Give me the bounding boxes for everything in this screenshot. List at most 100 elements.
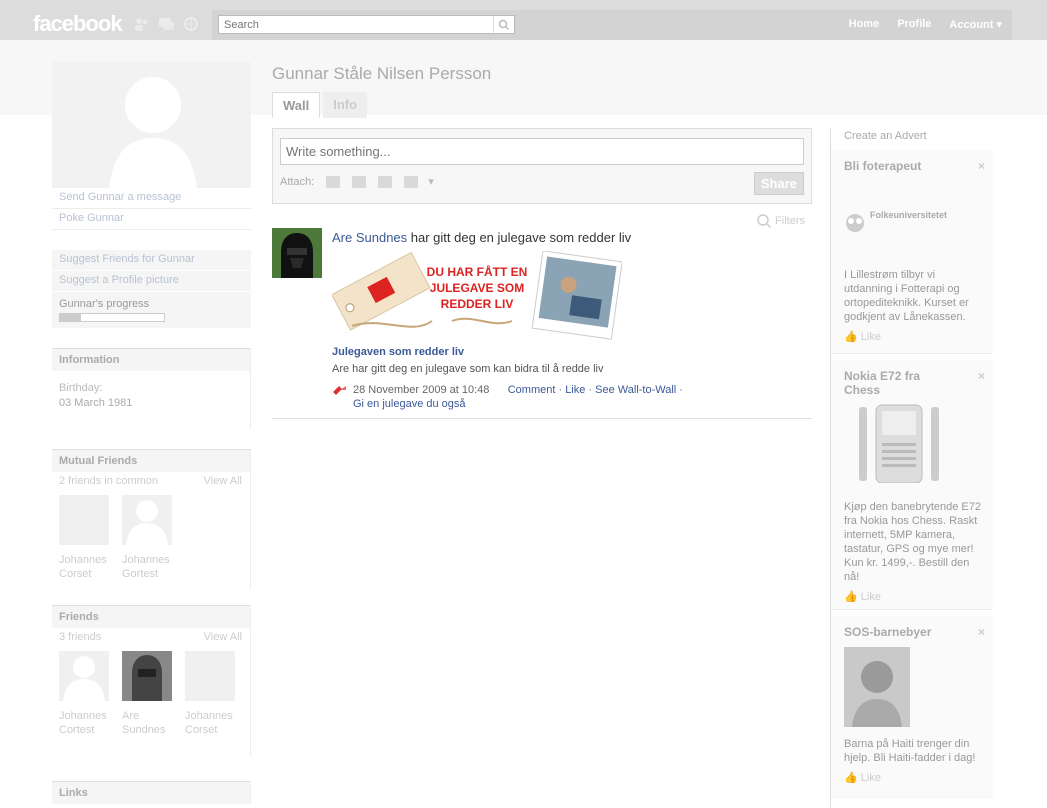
search-button[interactable]	[493, 16, 514, 33]
ad-title[interactable]: Bli foterapeut	[844, 159, 921, 173]
friend-first-name: Johannes	[59, 710, 107, 722]
comment-link[interactable]: Comment	[508, 384, 556, 396]
ad-image	[844, 647, 910, 727]
friend-first-name: Johannes	[122, 554, 170, 566]
ad-title[interactable]: Nokia E72 fra Chess	[844, 369, 939, 397]
story-meta: 28 November 2009 at 10:48 Comment · Like…	[353, 384, 683, 410]
ad-unit[interactable]: Nokia E72 fra Chess × Kjøp den banebryten…	[831, 360, 993, 610]
close-icon[interactable]: ×	[978, 369, 985, 397]
photo-attach-icon[interactable]	[326, 175, 341, 188]
share-button[interactable]: Share	[753, 172, 804, 195]
poke-link[interactable]: Poke Gunnar	[52, 209, 251, 230]
friend-first-name: Johannes	[185, 710, 233, 722]
profile-picture[interactable]	[52, 62, 251, 188]
friend-photo	[59, 495, 109, 545]
composer: Attach: ▾ Share	[272, 128, 812, 204]
birthday-label: Birthday:	[59, 382, 103, 394]
friends-view-all-link[interactable]: View All	[204, 631, 242, 643]
status-input[interactable]	[280, 138, 804, 165]
search-box[interactable]	[218, 15, 515, 34]
story-avatar[interactable]	[272, 228, 322, 278]
friend-photo	[59, 651, 109, 701]
friend-thumb[interactable]: Are Sundnes	[122, 651, 172, 756]
links-heading: Links	[52, 781, 250, 804]
ad-like-button[interactable]: 👍 Like	[844, 771, 985, 784]
send-message-link[interactable]: Send Gunnar a message	[52, 188, 251, 209]
ad-like-button[interactable]: 👍 Like	[844, 590, 985, 603]
wall-story: Are Sundnes har gitt deg en julegave som…	[272, 228, 812, 419]
top-bar: facebook Home Profile Account ▾	[0, 0, 1047, 40]
attach-row: Attach: ▾ Share	[280, 172, 804, 195]
ad-unit[interactable]: SOS-barnebyer × Barna på Haiti trenger di…	[831, 616, 993, 799]
friend-last-name: Corset	[59, 568, 92, 580]
create-advert-link[interactable]: Create an Advert	[831, 128, 993, 144]
attachment-title-link[interactable]: Julegaven som redder liv	[332, 346, 464, 358]
wall-to-wall-link[interactable]: See Wall-to-Wall	[595, 384, 676, 396]
close-icon[interactable]: ×	[978, 625, 985, 639]
mutual-count: 2 friends in common	[59, 475, 159, 487]
tab-wall[interactable]: Wall	[272, 92, 321, 118]
friend-thumb[interactable]: Johannes Cortest	[59, 651, 109, 756]
search-icon	[498, 19, 510, 31]
mutual-friends-heading: Mutual Friends	[52, 449, 250, 472]
top-nav: Home Profile Account ▾	[849, 18, 1002, 31]
links-section: Links	[52, 781, 251, 804]
friends-section: Friends 3 friends View All Johannes Cort…	[52, 605, 251, 756]
like-link[interactable]: Like	[565, 384, 585, 396]
link-attach-icon[interactable]	[404, 175, 419, 188]
ad-body: Kjøp den banebrytende E72 fra Nokia hos …	[844, 501, 981, 583]
story-text: Are Sundnes har gitt deg en julegave som…	[332, 230, 631, 245]
friend-last-name: Corset	[185, 724, 218, 736]
friend-thumb[interactable]: Johannes Corset	[59, 495, 109, 590]
close-icon[interactable]: ×	[978, 159, 985, 173]
ad-like-button[interactable]: 👍 Like	[844, 330, 985, 343]
darth-vader-avatar	[272, 228, 322, 278]
left-column: Send Gunnar a message Poke Gunnar Sugges…	[52, 62, 251, 804]
filters-link[interactable]: Filters	[756, 213, 805, 229]
progress-bar	[59, 313, 165, 322]
friend-first-name: Are	[122, 710, 140, 722]
child-photo	[852, 661, 902, 727]
story-actor-link[interactable]: Are Sundnes	[332, 230, 407, 245]
search-input[interactable]	[219, 16, 499, 33]
friend-first-name: Johannes	[59, 554, 107, 566]
friends-count: 3 friends	[59, 631, 102, 643]
nav-profile[interactable]: Profile	[897, 18, 931, 31]
ad-image	[854, 403, 985, 486]
ad-body: I Lillestrøm tilbyr vi utdanning i Fotte…	[844, 269, 969, 323]
ad-brand: Folkeuniversitetet	[844, 210, 985, 233]
mutual-friends-section: Mutual Friends 2 friends in common View …	[52, 449, 251, 590]
tab-info[interactable]: Info	[323, 92, 368, 118]
attachment-image[interactable]: DU HAR FÅTT EN JULEGAVE SOM REDDER LIV	[331, 250, 623, 341]
birthday-value: 03 March 1981	[59, 397, 133, 409]
friends-heading: Friends	[52, 605, 250, 628]
give-gift-link[interactable]: Gi en julegave du også	[353, 398, 466, 410]
gift-banner-graphic: DU HAR FÅTT EN JULEGAVE SOM REDDER LIV	[331, 250, 623, 340]
more-attach-icon[interactable]: ▾	[428, 175, 434, 188]
messages-icon[interactable]	[158, 16, 175, 32]
suggest-picture-link[interactable]: Suggest a Profile picture	[52, 271, 251, 292]
ad-title[interactable]: SOS-barnebyer	[844, 625, 931, 639]
ad-body: Barna på Haiti trenger din hjelp. Bli Ha…	[844, 738, 976, 764]
profile-tabs: Wall Info	[272, 92, 368, 118]
notifications-globe-icon[interactable]	[183, 16, 200, 32]
ad-like-label: Like	[860, 772, 881, 784]
magnifier-icon	[757, 214, 772, 229]
story-timestamp: 28 November 2009 at 10:48	[353, 384, 490, 396]
friend-thumb[interactable]: Johannes Gortest	[122, 495, 172, 590]
friend-requests-icon[interactable]	[133, 16, 150, 32]
suggest-friends-link[interactable]: Suggest Friends for Gunnar	[52, 250, 251, 271]
nav-account[interactable]: Account ▾	[949, 18, 1002, 31]
suggest-box: Suggest Friends for Gunnar Suggest a Pro…	[52, 250, 251, 328]
event-attach-icon[interactable]	[378, 175, 393, 188]
friend-thumb[interactable]: Johannes Corset	[185, 651, 235, 756]
banner-line-2: JULEGAVE SOM	[430, 281, 524, 295]
nav-home[interactable]: Home	[849, 18, 880, 31]
facebook-logo[interactable]: facebook	[33, 11, 123, 37]
friend-photo	[122, 651, 172, 701]
ad-brand-name: Folkeuniversitetet	[870, 210, 948, 220]
ad-unit[interactable]: Bli foterapeut × Folkeuniversitetet I Lil…	[831, 150, 993, 354]
video-attach-icon[interactable]	[352, 175, 367, 188]
mutual-view-all-link[interactable]: View All	[204, 475, 242, 487]
progress-fill	[60, 314, 81, 321]
